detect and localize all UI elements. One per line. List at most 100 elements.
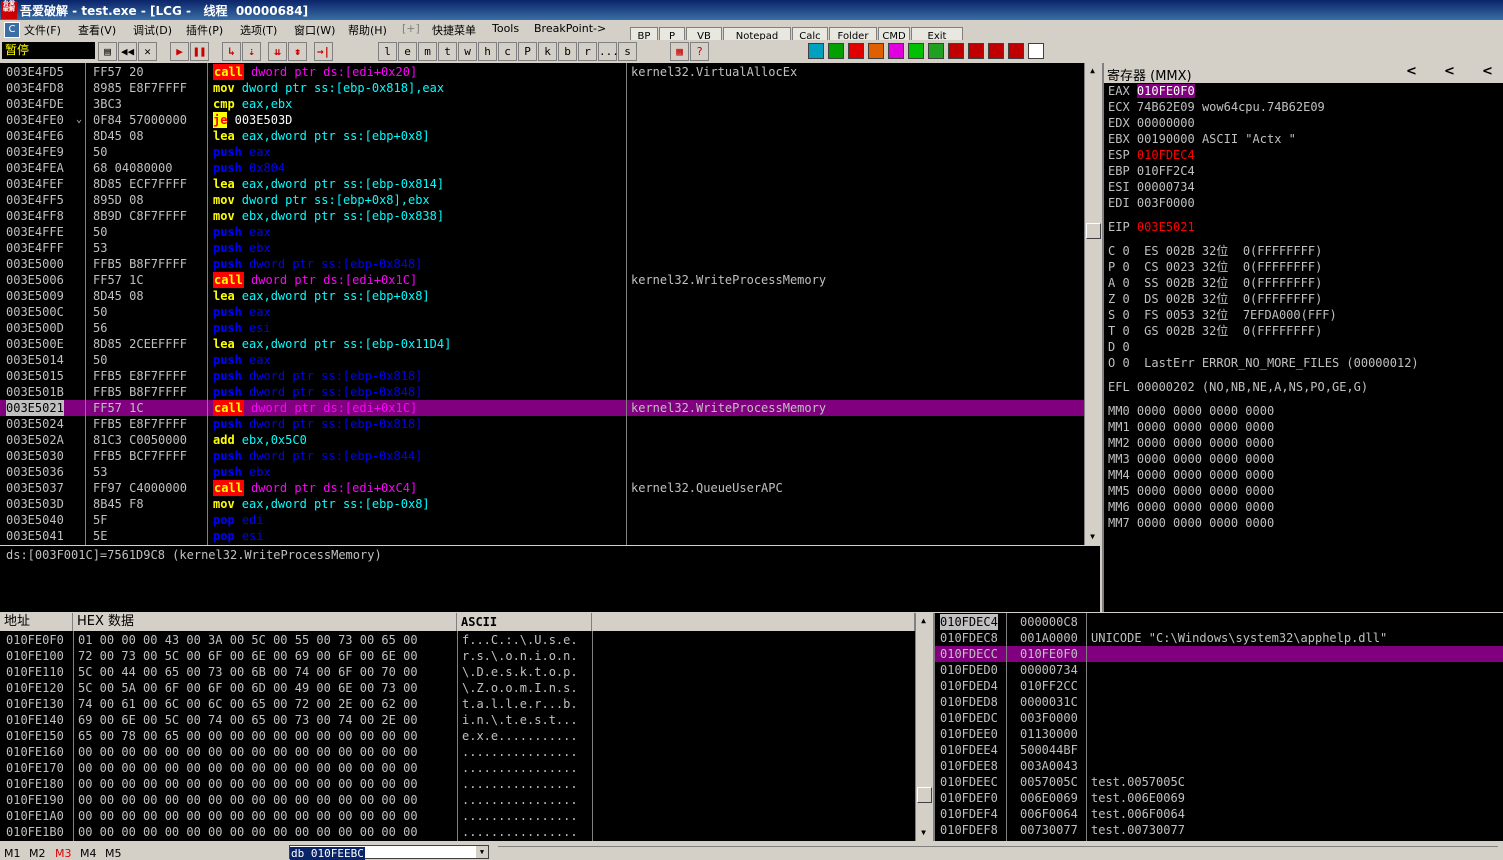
run-trace-button[interactable]: ... [598,42,619,61]
flag-row[interactable]: T 0 GS 002B 32位 0(FFFFFFFF) [1108,323,1322,339]
register-row[interactable]: ESI 00000734 [1108,179,1202,195]
dump-header-address[interactable]: 地址 [0,613,73,631]
stack-row[interactable]: 010FDECC 010FE0F0 [935,646,1503,662]
menu-view[interactable]: 查看(V) [78,22,116,38]
m1-tab[interactable]: M1 [4,847,21,860]
disasm-row[interactable]: 003E4FE0 ⌄ 0F84 57000000 je 003E503D [0,112,1084,128]
dump-scroll-thumb[interactable] [917,787,932,803]
plugin-color-button[interactable] [928,43,944,59]
mmx-row[interactable]: MM4 0000 0000 0000 0000 [1108,467,1274,483]
disasm-row[interactable]: 003E5021 FF57 1C call dword ptr ds:[edi+0x1… [0,400,1084,416]
help-icon[interactable]: ? [690,42,709,61]
stack-row[interactable]: 010FDEDC 003F0000 [935,710,1503,726]
disasm-row[interactable]: 003E4FD8 8985 E8F7FFFF mov dword ptr ss:[eb… [0,80,1084,96]
disasm-row[interactable]: 003E5024 FFB5 E8F7FFFF push dword ptr ss:[e… [0,416,1084,432]
disasm-row[interactable]: 003E5014 50 push eax [0,352,1084,368]
plugin-color-button[interactable] [848,43,864,59]
plugin-color-button[interactable] [828,43,844,59]
dump-scrollbar[interactable]: ▲ ▼ [915,613,932,841]
mmx-row[interactable]: MM6 0000 0000 0000 0000 [1108,499,1274,515]
plugin-color-button[interactable] [888,43,904,59]
log-button[interactable]: l [378,42,397,61]
trace-into-icon[interactable]: ⇊ [268,42,287,61]
disasm-row[interactable]: 003E4FEA 68 04080000 push 0x804 [0,160,1084,176]
mmx-row[interactable]: MM5 0000 0000 0000 0000 [1108,483,1274,499]
title-bar[interactable]: 吾爱 破解 吾爱破解 - test.exe - [LCG - 线程 0000068… [0,0,1503,20]
menu-tools[interactable]: Tools [492,22,519,35]
mmx-row[interactable]: MM2 0000 0000 0000 0000 [1108,435,1274,451]
stack-row[interactable]: 010FDEF8 00730077 test.00730077 [935,822,1503,838]
plugin-color-button[interactable] [968,43,984,59]
eip-value[interactable]: 003E5021 [1137,220,1195,234]
mmx-row[interactable]: MM3 0000 0000 0000 0000 [1108,451,1274,467]
plugin-color-button[interactable] [1008,43,1024,59]
disassembly-scrollbar[interactable]: ▲ ▼ [1084,63,1101,545]
menu-window[interactable]: 窗口(W) [294,22,335,38]
eip-row[interactable]: EIP 003E5021 [1108,219,1195,235]
menu-options[interactable]: 选项(T) [240,22,277,38]
run-icon[interactable]: ▶ [170,42,189,61]
register-row[interactable]: EBP 010FF2C4 [1108,163,1202,179]
disasm-row[interactable]: 003E5006 FF57 1C call dword ptr ds:[edi+0x1… [0,272,1084,288]
close-icon[interactable]: ✕ [138,42,157,61]
plugin-color-button[interactable] [908,43,924,59]
disasm-row[interactable]: 003E4FF5 895D 08 mov dword ptr ss:[ebp+0x8]… [0,192,1084,208]
register-row[interactable]: ECX 74B62E09 wow64cpu.74B62E09 [1108,99,1325,115]
disasm-row[interactable]: 003E500D 56 push esi [0,320,1084,336]
menu-plus[interactable]: [+] [402,22,420,35]
plugin-color-button[interactable] [1028,43,1044,59]
register-value[interactable]: 010FE0F0 [1136,84,1195,98]
nav-back-icon[interactable]: < [1406,64,1417,79]
m4-tab[interactable]: M4 [80,847,97,860]
menu-help[interactable]: 帮助(H) [348,22,387,38]
m3-tab[interactable]: M3 [55,847,72,860]
flag-row[interactable]: Z 0 DS 002B 32位 0(FFFFFFFF) [1108,291,1322,307]
disasm-row[interactable]: 003E5000 FFB5 B8F7FFFF push dword ptr ss:[e… [0,256,1084,272]
flag-row[interactable]: O 0 LastErr ERROR_NO_MORE_FILES (0000001… [1108,355,1419,371]
register-row[interactable]: EBX 00190000 ASCII "Actx " [1108,131,1296,147]
disasm-row[interactable]: 003E503D 8B45 F8 mov eax,dword ptr ss:[ebp-… [0,496,1084,512]
memory-dump-pane[interactable]: 地址 HEX 数据 ASCII 010FE0F0 01 00 00 00 43 0… [0,613,915,841]
menu-plugins[interactable]: 插件(P) [186,22,223,38]
stack-row[interactable]: 010FDED0 00000734 [935,662,1503,678]
disasm-row[interactable]: 003E4FE9 50 push eax [0,144,1084,160]
register-value[interactable]: 00190000 [1137,132,1195,146]
flag-row[interactable]: C 0 ES 002B 32位 0(FFFFFFFF) [1108,243,1322,259]
stack-pane[interactable]: 010FDEC4 000000C8 010FDEC8 001A0000 UNICODE … [933,613,1503,841]
register-row[interactable]: EDI 003F0000 [1108,195,1202,211]
disasm-row[interactable]: 003E5030 FFB5 BCF7FFFF push dword ptr ss:[e… [0,448,1084,464]
m2-tab[interactable]: M2 [29,847,46,860]
menu-debug[interactable]: 调试(D) [133,22,172,38]
stack-row[interactable]: 010FDEF4 006F0064 test.006F0064 [935,806,1503,822]
flag-row[interactable]: A 0 SS 002B 32位 0(FFFFFFFF) [1108,275,1322,291]
mmx-row[interactable]: MM0 0000 0000 0000 0000 [1108,403,1274,419]
scroll-down-icon[interactable]: ▼ [1085,529,1100,544]
scroll-up-icon[interactable]: ▲ [1085,63,1100,78]
stack-row[interactable]: 010FDED4 010FF2CC [935,678,1503,694]
disasm-row[interactable]: 003E501B FFB5 B8F7FFFF push dword ptr ss:[e… [0,384,1084,400]
register-value[interactable]: 010FF2C4 [1137,164,1195,178]
disasm-row[interactable]: 003E5015 FFB5 E8F7FFFF push dword ptr ss:[e… [0,368,1084,384]
menu-breakpoint[interactable]: BreakPoint-> [534,22,606,35]
scroll-thumb[interactable] [1086,223,1101,239]
threads-button[interactable]: t [438,42,457,61]
cpu-button[interactable]: c [498,42,517,61]
dump-header-hex[interactable]: HEX 数据 [73,613,457,631]
disasm-row[interactable]: 003E4FDE 3BC3 cmp eax,ebx [0,96,1084,112]
stack-row[interactable]: 010FDEEC 0057005C test.0057005C [935,774,1503,790]
dump-scroll-up-icon[interactable]: ▲ [916,613,931,628]
disasm-row[interactable]: 003E5037 FF97 C4000000 call dword ptr ds:[e… [0,480,1084,496]
register-row[interactable]: EAX 010FE0F0 [1108,83,1202,99]
register-value[interactable]: 74B62E09 [1137,100,1195,114]
disasm-row[interactable]: 003E5009 8D45 08 lea eax,dword ptr ss:[ebp+… [0,288,1084,304]
disasm-row[interactable]: 003E4FFE 50 push eax [0,224,1084,240]
register-value[interactable]: 00000000 [1137,116,1195,130]
menu-file[interactable]: 文件(F) [24,22,61,38]
stack-row[interactable]: 010FDEF0 006E0069 test.006E0069 [935,790,1503,806]
disasm-row[interactable]: 003E502A 81C3 C0050000 add ebx,0x5C0 [0,432,1084,448]
menu-shortcuts[interactable]: 快捷菜单 [432,22,476,38]
disasm-row[interactable]: 003E5041 5E pop esi [0,528,1084,544]
restart-icon[interactable]: ◀◀ [118,42,137,61]
disasm-row[interactable]: 003E4FEF 8D85 ECF7FFFF lea eax,dword ptr ss… [0,176,1084,192]
stack-row[interactable]: 010FDEE0 01130000 [935,726,1503,742]
